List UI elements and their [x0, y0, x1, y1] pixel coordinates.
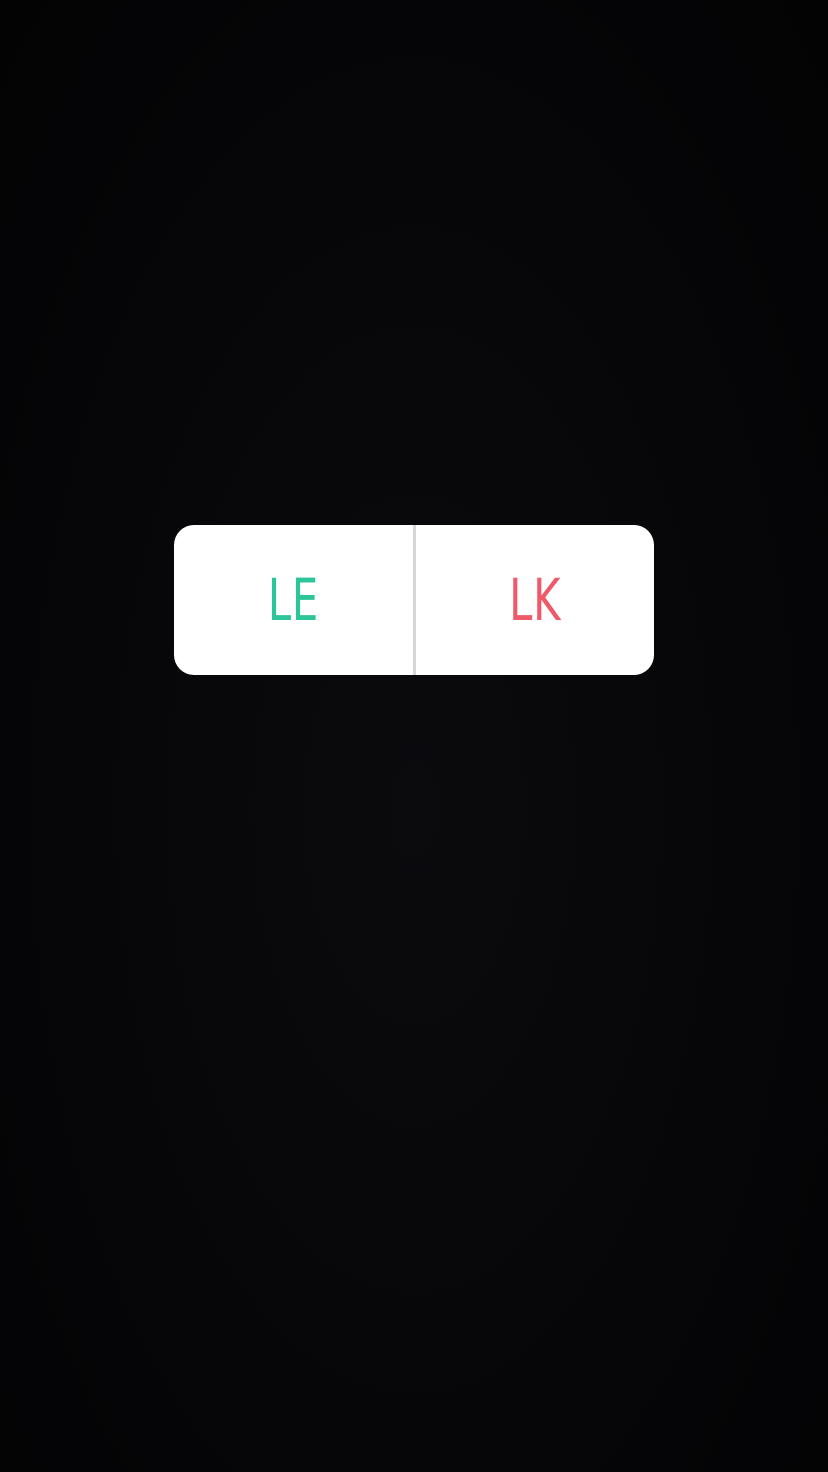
poll-option-left[interactable]: LE [174, 525, 413, 675]
poll-sticker: LE LK [174, 525, 654, 675]
poll-option-right-label: LK [508, 566, 561, 634]
poll-option-left-label: LE [267, 566, 319, 634]
story-background [0, 0, 828, 1472]
poll-option-right[interactable]: LK [416, 525, 655, 675]
